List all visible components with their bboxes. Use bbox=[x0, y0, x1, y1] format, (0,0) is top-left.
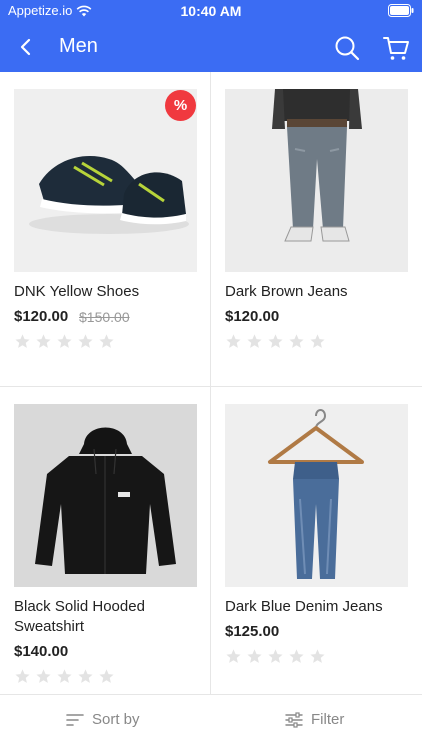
filter-sliders-icon bbox=[285, 711, 303, 728]
product-card[interactable]: Dark Brown Jeans $120.00 bbox=[211, 72, 421, 386]
product-image-jeans-model[interactable] bbox=[225, 89, 408, 272]
star-icon[interactable] bbox=[267, 648, 284, 665]
star-icon[interactable] bbox=[288, 333, 305, 350]
product-price: $120.00 bbox=[14, 308, 69, 325]
product-price: $120.00 bbox=[225, 308, 280, 325]
star-icon[interactable] bbox=[246, 333, 263, 350]
grid-divider-horizontal bbox=[0, 386, 422, 387]
product-price: $125.00 bbox=[225, 623, 280, 640]
grid-divider-vertical bbox=[210, 72, 211, 694]
star-icon[interactable] bbox=[288, 648, 305, 665]
sort-icon bbox=[66, 713, 84, 726]
product-price: $140.00 bbox=[14, 643, 69, 660]
star-icon[interactable] bbox=[35, 668, 52, 685]
product-name[interactable]: DNK Yellow Shoes bbox=[14, 282, 204, 302]
star-icon[interactable] bbox=[309, 333, 326, 350]
star-icon[interactable] bbox=[98, 333, 115, 350]
star-icon[interactable] bbox=[56, 333, 73, 350]
rating-stars[interactable] bbox=[225, 648, 326, 665]
product-old-price: $150.00 bbox=[79, 309, 130, 325]
product-name[interactable]: Dark Brown Jeans bbox=[225, 282, 415, 302]
filter-label: Filter bbox=[311, 711, 345, 728]
star-icon[interactable] bbox=[77, 668, 94, 685]
star-icon[interactable] bbox=[77, 333, 94, 350]
product-image-hoodie[interactable] bbox=[14, 404, 197, 587]
product-name[interactable]: Black Solid Hooded Sweatshirt bbox=[14, 597, 204, 637]
filter-button[interactable]: Filter bbox=[285, 711, 344, 728]
star-icon[interactable] bbox=[35, 333, 52, 350]
star-icon[interactable] bbox=[14, 668, 31, 685]
star-icon[interactable] bbox=[14, 333, 31, 350]
product-card[interactable]: % DNK Yellow Shoes $120.00 $150.00 bbox=[0, 72, 210, 386]
product-card[interactable]: Black Solid Hooded Sweatshirt $140.00 bbox=[0, 387, 210, 701]
sort-by-button[interactable]: Sort by bbox=[66, 711, 140, 728]
product-grid: % DNK Yellow Shoes $120.00 $150.00 Dark … bbox=[0, 72, 422, 701]
product-image-jeans-hanger[interactable] bbox=[225, 404, 408, 587]
discount-badge: % bbox=[165, 90, 196, 121]
rating-stars[interactable] bbox=[225, 333, 326, 350]
page-title: Men bbox=[59, 35, 98, 57]
star-icon[interactable] bbox=[309, 648, 326, 665]
product-card[interactable]: Dark Blue Denim Jeans $125.00 bbox=[211, 387, 421, 701]
status-bar: Appetize.io 10:40 AM bbox=[0, 0, 422, 22]
star-icon[interactable] bbox=[225, 333, 242, 350]
star-icon[interactable] bbox=[98, 668, 115, 685]
bottom-toolbar: Sort by Filter bbox=[0, 694, 422, 751]
star-icon[interactable] bbox=[56, 668, 73, 685]
back-chevron-icon[interactable] bbox=[12, 33, 40, 61]
star-icon[interactable] bbox=[225, 648, 242, 665]
star-icon[interactable] bbox=[267, 333, 284, 350]
cart-icon[interactable] bbox=[382, 34, 410, 62]
battery-icon bbox=[388, 4, 414, 20]
star-icon[interactable] bbox=[246, 648, 263, 665]
app-header: Men bbox=[0, 22, 422, 72]
status-time: 10:40 AM bbox=[180, 3, 242, 19]
product-name[interactable]: Dark Blue Denim Jeans bbox=[225, 597, 415, 617]
rating-stars[interactable] bbox=[14, 333, 115, 350]
search-icon[interactable] bbox=[333, 34, 361, 62]
rating-stars[interactable] bbox=[14, 668, 115, 685]
sort-by-label: Sort by bbox=[92, 711, 140, 728]
